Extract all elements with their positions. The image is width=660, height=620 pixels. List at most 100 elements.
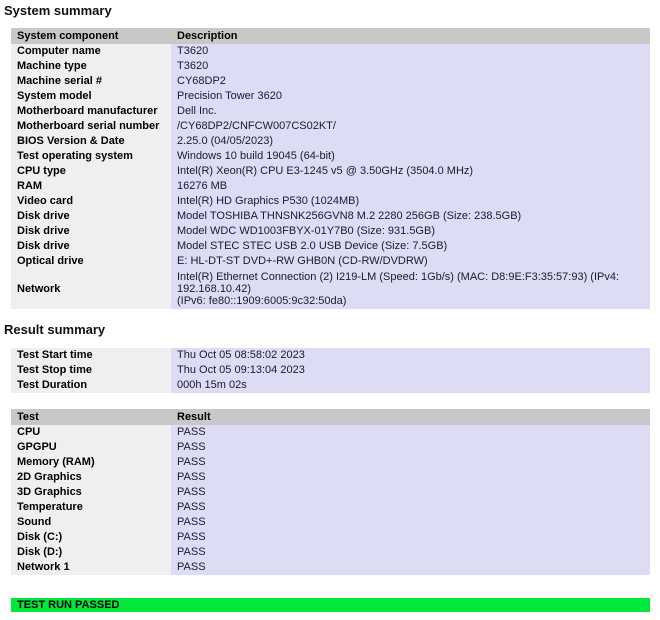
row-label: Machine type (11, 59, 171, 74)
status-badge: PASS (171, 560, 650, 575)
row-label: Computer name (11, 44, 171, 59)
network-line-1: Intel(R) Ethernet Connection (2) I219-LM… (177, 271, 620, 295)
table-row: Sound PASS (11, 515, 650, 530)
row-value: Thu Oct 05 09:13:04 2023 (171, 363, 650, 378)
table-header-row: Test Result (11, 409, 650, 425)
row-label: Test Start time (11, 348, 171, 363)
table-row: CPU PASS (11, 425, 650, 440)
column-header-test: Test (11, 409, 171, 425)
row-label: Test Duration (11, 378, 171, 393)
row-value: T3620 (171, 44, 650, 59)
table-row: Network 1 PASS (11, 560, 650, 575)
row-value: Windows 10 build 19045 (64-bit) (171, 149, 650, 164)
row-label: GPGPU (11, 440, 171, 455)
status-badge: PASS (171, 545, 650, 560)
row-label: Optical drive (11, 254, 171, 269)
table-row: RAM 16276 MB (11, 179, 650, 194)
row-label: Network 1 (11, 560, 171, 575)
row-value: 16276 MB (171, 179, 650, 194)
table-row-network: Network Intel(R) Ethernet Connection (2)… (11, 269, 650, 309)
table-row: Machine type T3620 (11, 59, 650, 74)
row-value: E: HL-DT-ST DVD+-RW GHB0N (CD-RW/DVDRW) (171, 254, 650, 269)
test-run-status-banner: TEST RUN PASSED (11, 598, 650, 612)
status-badge: PASS (171, 530, 650, 545)
row-label: Sound (11, 515, 171, 530)
status-badge: PASS (171, 485, 650, 500)
column-header-result: Result (171, 409, 650, 425)
row-value: T3620 (171, 59, 650, 74)
table-row: GPGPU PASS (11, 440, 650, 455)
network-line-2: (IPv6: fe80::1909:6005:9c32:50da) (177, 295, 347, 307)
table-row: Temperature PASS (11, 500, 650, 515)
row-value: 2.25.0 (04/05/2023) (171, 134, 650, 149)
row-label: 3D Graphics (11, 485, 171, 500)
table-row: BIOS Version & Date 2.25.0 (04/05/2023) (11, 134, 650, 149)
table-row: Disk drive Model TOSHIBA THNSNK256GVN8 M… (11, 209, 650, 224)
row-value: Precision Tower 3620 (171, 89, 650, 104)
row-label: Test operating system (11, 149, 171, 164)
row-label: Network (11, 269, 171, 309)
row-value: Intel(R) HD Graphics P530 (1024MB) (171, 194, 650, 209)
page-title-system-summary: System summary (4, 3, 112, 18)
row-value: Intel(R) Xeon(R) CPU E3-1245 v5 @ 3.50GH… (171, 164, 650, 179)
row-label: CPU type (11, 164, 171, 179)
row-value: Thu Oct 05 08:58:02 2023 (171, 348, 650, 363)
row-label: Memory (RAM) (11, 455, 171, 470)
table-row: Disk drive Model WDC WD1003FBYX-01Y7B0 (… (11, 224, 650, 239)
table-row: Motherboard manufacturer Dell Inc. (11, 104, 650, 119)
table-row: Motherboard serial number /CY68DP2/CNFCW… (11, 119, 650, 134)
row-label: Motherboard serial number (11, 119, 171, 134)
column-header-description: Description (171, 28, 650, 44)
page-title-result-summary: Result summary (4, 322, 106, 337)
row-value: 000h 15m 02s (171, 378, 650, 393)
timing-table-body: Test Start time Thu Oct 05 08:58:02 2023… (11, 348, 650, 393)
table-row: Computer name T3620 (11, 44, 650, 59)
row-value: Dell Inc. (171, 104, 650, 119)
table-row: Test Start time Thu Oct 05 08:58:02 2023 (11, 348, 650, 363)
table-header-row: System component Description (11, 28, 650, 44)
timing-table: Test Start time Thu Oct 05 08:58:02 2023… (11, 348, 650, 393)
table-row: Test operating system Windows 10 build 1… (11, 149, 650, 164)
test-results-body: CPU PASS GPGPU PASS Memory (RAM) PASS 2D… (11, 425, 650, 575)
row-label: Disk drive (11, 224, 171, 239)
row-label: Disk (D:) (11, 545, 171, 560)
status-badge: PASS (171, 455, 650, 470)
row-label: Disk drive (11, 239, 171, 254)
table-row: Test Duration 000h 15m 02s (11, 378, 650, 393)
row-label: System model (11, 89, 171, 104)
row-label: Disk drive (11, 209, 171, 224)
row-label: Video card (11, 194, 171, 209)
table-row: Optical drive E: HL-DT-ST DVD+-RW GHB0N … (11, 254, 650, 269)
column-header-system-component: System component (11, 28, 171, 44)
table-row: Memory (RAM) PASS (11, 455, 650, 470)
row-value: Model STEC STEC USB 2.0 USB Device (Size… (171, 239, 650, 254)
table-row: Disk drive Model STEC STEC USB 2.0 USB D… (11, 239, 650, 254)
status-badge: PASS (171, 425, 650, 440)
table-row: Video card Intel(R) HD Graphics P530 (10… (11, 194, 650, 209)
row-label: Motherboard manufacturer (11, 104, 171, 119)
status-badge: PASS (171, 515, 650, 530)
table-row: CPU type Intel(R) Xeon(R) CPU E3-1245 v5… (11, 164, 650, 179)
status-badge: PASS (171, 440, 650, 455)
table-row: Disk (D:) PASS (11, 545, 650, 560)
system-summary-body: Computer name T3620 Machine type T3620 M… (11, 44, 650, 309)
test-results-table: Test Result CPU PASS GPGPU PASS Memory (… (11, 409, 650, 575)
row-label: Temperature (11, 500, 171, 515)
row-label: CPU (11, 425, 171, 440)
row-value: /CY68DP2/CNFCW007CS02KT/ (171, 119, 650, 134)
row-label: Disk (C:) (11, 530, 171, 545)
row-value: Model TOSHIBA THNSNK256GVN8 M.2 2280 256… (171, 209, 650, 224)
table-row: 3D Graphics PASS (11, 485, 650, 500)
report-page: System summary System component Descript… (0, 0, 660, 620)
table-row: Machine serial # CY68DP2 (11, 74, 650, 89)
row-label: RAM (11, 179, 171, 194)
status-badge: PASS (171, 470, 650, 485)
row-label: Machine serial # (11, 74, 171, 89)
table-row: Disk (C:) PASS (11, 530, 650, 545)
row-label: 2D Graphics (11, 470, 171, 485)
table-row: Test Stop time Thu Oct 05 09:13:04 2023 (11, 363, 650, 378)
row-label: Test Stop time (11, 363, 171, 378)
system-summary-table: System component Description Computer na… (11, 28, 650, 309)
row-value: CY68DP2 (171, 74, 650, 89)
status-badge: PASS (171, 500, 650, 515)
